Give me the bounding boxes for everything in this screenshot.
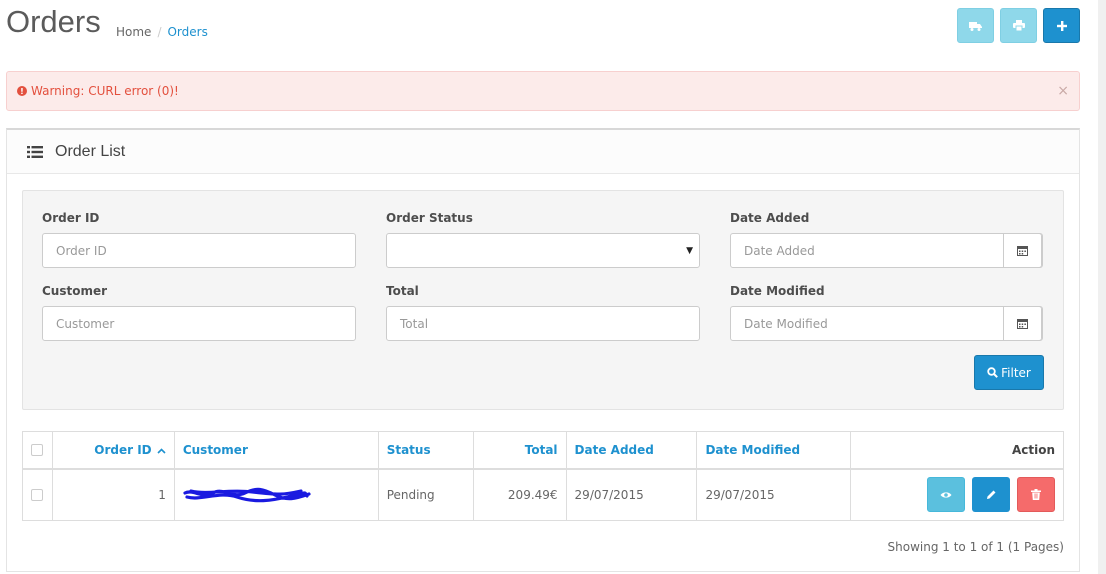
table-row: 1 Pending 209.49€ 29/07/2015 29/07/2015	[22, 468, 1064, 521]
order-status-select[interactable]: ▼	[386, 233, 700, 268]
alert-text: Warning: CURL error (0)!	[31, 84, 179, 98]
total-label: Total	[386, 284, 419, 298]
order-id-input[interactable]: Order ID	[42, 233, 356, 268]
customer-label: Customer	[42, 284, 108, 298]
panel-title: Order List	[55, 142, 126, 160]
status-column-header[interactable]: Status	[377, 431, 474, 470]
date-modified-placeholder: Date Modified	[744, 316, 828, 331]
action-column-header: Action	[850, 431, 1064, 470]
orders-table: Order ID Customer Status Total Date Adde…	[22, 431, 1064, 521]
truck-icon	[969, 21, 982, 31]
search-icon	[987, 367, 999, 378]
total-cell: 209.49€	[472, 468, 567, 521]
filter-button[interactable]: Filter	[974, 355, 1044, 390]
shipping-button[interactable]	[957, 8, 994, 43]
breadcrumb-separator: /	[157, 25, 162, 39]
pencil-icon	[986, 490, 996, 500]
page-title: Orders	[6, 4, 101, 39]
exclamation-circle-icon: !	[17, 86, 27, 96]
calendar-icon	[1017, 319, 1028, 329]
print-invoice-button[interactable]	[1000, 8, 1037, 43]
breadcrumb-home[interactable]: Home	[116, 25, 151, 39]
page-scrollbar[interactable]	[1098, 0, 1106, 574]
total-input[interactable]: Total	[386, 306, 700, 341]
total-column-header[interactable]: Total	[472, 431, 567, 470]
order-id-column-header[interactable]: Order ID	[51, 431, 175, 470]
add-order-button[interactable]	[1043, 8, 1080, 43]
select-all-checkbox[interactable]	[31, 444, 44, 457]
customer-input[interactable]: Customer	[42, 306, 356, 341]
list-icon	[27, 145, 43, 158]
table-header-row: Order ID Customer Status Total Date Adde…	[22, 431, 1064, 470]
view-order-button[interactable]	[927, 477, 966, 513]
close-icon[interactable]: ×	[1057, 83, 1069, 99]
calendar-icon	[1017, 246, 1028, 256]
panel-heading: Order List	[7, 130, 1079, 174]
trash-icon	[1031, 489, 1041, 501]
order-id-label: Order ID	[42, 211, 100, 225]
date-added-placeholder: Date Added	[744, 243, 815, 258]
delete-order-button[interactable]	[1017, 477, 1055, 513]
breadcrumb: Home / Orders	[116, 25, 208, 39]
edit-order-button[interactable]	[972, 477, 1011, 513]
date-added-cell: 29/07/2015	[565, 468, 698, 521]
date-modified-input[interactable]: Date Modified	[730, 306, 1043, 341]
order-id-header-label: Order ID	[94, 442, 152, 457]
sort-asc-icon	[157, 448, 166, 454]
date-modified-calendar-button[interactable]	[1003, 306, 1042, 341]
date-added-calendar-button[interactable]	[1003, 233, 1042, 268]
order-list-panel: Order List Order ID Order ID Order Statu…	[6, 128, 1080, 572]
date-modified-cell: 29/07/2015	[696, 468, 852, 521]
select-all-cell	[22, 431, 53, 470]
print-icon	[1012, 20, 1025, 31]
date-modified-label: Date Modified	[730, 284, 825, 298]
plus-icon	[1056, 20, 1067, 31]
order-status-label: Order Status	[386, 211, 473, 225]
row-select-cell	[22, 468, 53, 521]
caret-down-icon: ▼	[686, 246, 693, 256]
date-added-label: Date Added	[730, 211, 810, 225]
eye-icon	[940, 492, 952, 498]
row-checkbox[interactable]	[31, 489, 44, 502]
date-added-column-header[interactable]: Date Added	[565, 431, 698, 470]
filter-button-label: Filter	[1001, 365, 1031, 380]
status-cell: Pending	[377, 468, 474, 521]
customer-cell	[173, 468, 379, 521]
customer-column-header[interactable]: Customer	[173, 431, 379, 470]
order-id-cell: 1	[51, 468, 175, 521]
date-added-input[interactable]: Date Added	[730, 233, 1043, 268]
breadcrumb-orders[interactable]: Orders	[167, 25, 207, 39]
pagination-summary: Showing 1 to 1 of 1 (1 Pages)	[887, 540, 1064, 554]
action-cell	[850, 468, 1064, 521]
date-modified-column-header[interactable]: Date Modified	[696, 431, 852, 470]
filter-form: Order ID Order ID Order Status ▼ Date Ad…	[22, 190, 1064, 410]
warning-alert: ! Warning: CURL error (0)! ×	[6, 71, 1080, 111]
redacted-customer-name	[183, 487, 311, 502]
